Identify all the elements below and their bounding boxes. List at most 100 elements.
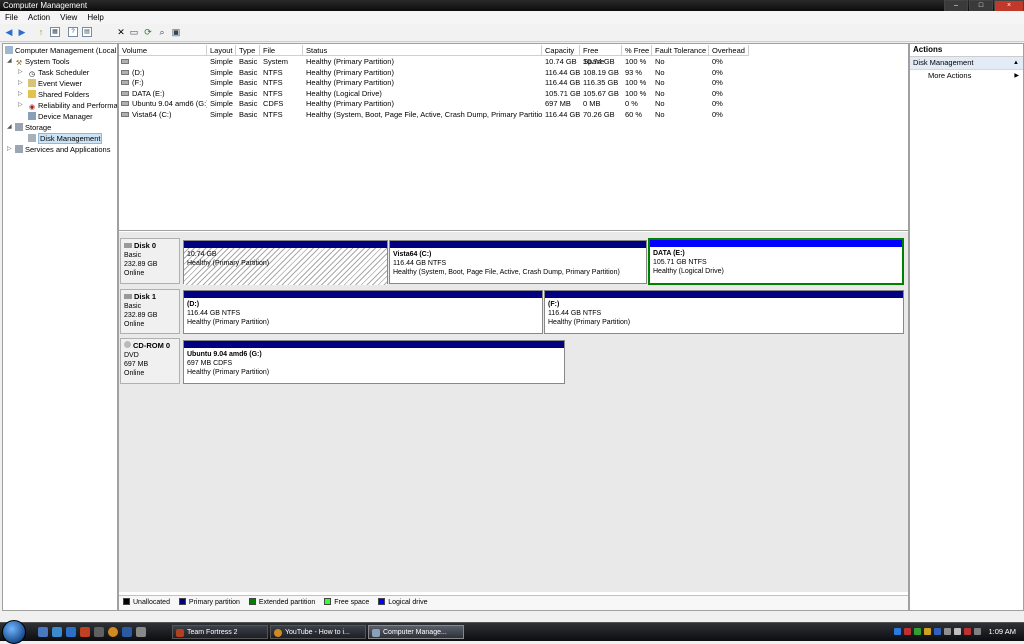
tree-item-reliability-performance[interactable]: ◉ Reliability and Performa [28, 100, 117, 111]
properties-icon[interactable]: ▤ [82, 27, 92, 37]
refresh-icon[interactable]: ⟳ [143, 27, 153, 37]
taskbar-item-team-fortress[interactable]: Team Fortress 2 [172, 625, 268, 639]
tree-item-event-viewer[interactable]: Event Viewer [28, 78, 82, 89]
menu-help[interactable]: Help [82, 11, 108, 24]
forward-icon[interactable]: ▶ [17, 27, 27, 37]
media-player-icon[interactable] [122, 627, 132, 637]
expand-arrow-icon[interactable]: ▷ [18, 89, 24, 100]
cell-free-space: 0 MB [583, 99, 601, 108]
expand-arrow-icon[interactable]: ▷ [18, 78, 24, 89]
table-row[interactable]: Vista64 (C:) Simple Basic NTFS Healthy (Syst… [119, 110, 908, 120]
security-icon[interactable] [904, 628, 911, 635]
expand-arrow-icon[interactable]: ▷ [18, 67, 24, 78]
tray-app-icon[interactable] [974, 628, 981, 635]
show-desktop-icon[interactable] [38, 627, 48, 637]
back-icon[interactable]: ◀ [4, 27, 14, 37]
legend-swatch [324, 598, 332, 605]
table-row[interactable]: Ubuntu 9.04 amd6 (G:) Simple Basic CDFS Heal… [119, 99, 908, 109]
more-actions-item[interactable]: More Actions ▶ [910, 70, 1023, 82]
column-header-type[interactable]: Type [236, 45, 260, 56]
ie-icon[interactable] [66, 627, 76, 637]
quicklaunch-app-icon[interactable] [80, 627, 90, 637]
tree-item-device-manager[interactable]: Device Manager [28, 111, 93, 122]
tree-item-storage[interactable]: Storage [15, 122, 51, 133]
tree-item-system-tools[interactable]: ⚒ System Tools [15, 56, 70, 67]
table-row[interactable]: DATA (E:) Simple Basic NTFS Healthy (Logical… [119, 89, 908, 99]
collapse-arrow-icon[interactable]: ◢ [7, 122, 13, 133]
tray-app-icon[interactable] [914, 628, 921, 635]
tree-item-task-scheduler[interactable]: ◷ Task Scheduler [28, 67, 89, 78]
volume-list: Volume Layout Type File System Status Ca… [119, 44, 908, 231]
partition-bar [184, 241, 387, 248]
tree-item-disk-management[interactable]: Disk Management [28, 133, 103, 144]
cell-capacity: 10.74 GB [545, 57, 577, 66]
actions-section-disk-management[interactable]: Disk Management ▲ [910, 57, 1023, 70]
quicklaunch-more-icon[interactable] [136, 627, 146, 637]
up-folder-icon[interactable]: ↑ [36, 27, 46, 37]
column-header-fault-tolerance[interactable]: Fault Tolerance [652, 45, 709, 56]
collapse-arrow-icon[interactable]: ◢ [7, 56, 13, 67]
column-header-free-space[interactable]: Free Space [580, 45, 622, 66]
start-button[interactable] [2, 620, 26, 644]
steam-icon[interactable] [94, 627, 104, 637]
menu-action[interactable]: Action [23, 11, 55, 24]
cdrom-0-name: CD-ROM 0 [133, 341, 171, 350]
table-row[interactable]: Simple Basic Healthy (Primary Partition) 10… [119, 57, 908, 67]
disk-1-label[interactable]: Disk 1 Basic 232.89 GB Online [120, 289, 180, 334]
help-icon[interactable]: ? [68, 27, 78, 37]
column-header-volume[interactable]: Volume [119, 45, 207, 56]
column-header-capacity[interactable]: Capacity [542, 45, 580, 56]
event-viewer-icon [28, 79, 36, 87]
column-header-layout[interactable]: Layout [207, 45, 236, 56]
collapse-up-icon[interactable]: ▲ [1013, 57, 1019, 69]
tree-item-services-applications[interactable]: Services and Applications [15, 144, 110, 155]
taskbar-item-computer-management[interactable]: Computer Manage... [368, 625, 464, 639]
tray-app-icon[interactable] [964, 628, 971, 635]
table-row[interactable]: (F:) Simple Basic NTFS Healthy (Primary Part… [119, 78, 908, 88]
taskbar-item-youtube[interactable]: YouTube - How to i... [270, 625, 366, 639]
disk-0-partition-data[interactable]: DATA (E:) 105.71 GB NTFS Healthy (Logical … [648, 238, 904, 285]
search-icon[interactable]: ⌕ [157, 27, 167, 37]
expand-arrow-icon[interactable]: ▷ [18, 100, 24, 111]
navigation-tree: Computer Management (Local ◢ ⚒ System Too… [2, 43, 118, 611]
column-header-percent-free[interactable]: % Free [622, 45, 652, 56]
open-icon[interactable]: ▭ [129, 27, 139, 37]
tree-item-shared-folders[interactable]: Shared Folders [28, 89, 89, 100]
switch-windows-icon[interactable] [52, 627, 62, 637]
cell-percent-free: 0 % [625, 99, 638, 108]
tray-app-icon[interactable] [944, 628, 951, 635]
export-icon[interactable]: ▣ [171, 27, 181, 37]
column-header-status[interactable]: Status [303, 45, 542, 56]
disk-1-partition-f[interactable]: (F:) 116.44 GB NTFS Healthy (Primary Parti… [544, 290, 904, 334]
center-pane: Volume Layout Type File System Status Ca… [118, 43, 909, 611]
cell-file-system: CDFS [263, 99, 284, 108]
cdrom-0-label[interactable]: CD-ROM 0 DVD 697 MB Online [120, 338, 180, 384]
show-hide-tree-icon[interactable]: ▦ [50, 27, 60, 37]
legend-logical: Logical drive [378, 596, 428, 610]
disk-0-label[interactable]: Disk 0 Basic 232.89 GB Online [120, 238, 180, 284]
cell-volume: Ubuntu 9.04 amd6 (G:) [132, 99, 207, 108]
cell-capacity: 697 MB [545, 99, 571, 108]
disk-0-partition-vista64[interactable]: Vista64 (C:) 116.44 GB NTFS Healthy (Syste… [389, 240, 647, 284]
volume-icon[interactable] [954, 628, 961, 635]
tray-app-icon[interactable] [934, 628, 941, 635]
legend-free-space: Free space [324, 596, 369, 610]
table-row[interactable]: (D:) Simple Basic NTFS Healthy (Primary Part… [119, 68, 908, 78]
cell-status: Healthy (Primary Partition) [306, 78, 394, 87]
menu-view[interactable]: View [55, 11, 82, 24]
tree-item-computer-management[interactable]: Computer Management (Local [5, 45, 116, 56]
disk-0-unallocated[interactable]: 10.74 GB Healthy (Primary Partition) [183, 240, 388, 285]
column-header-file-system[interactable]: File System [260, 45, 303, 66]
cdrom-0-partition-ubuntu[interactable]: Ubuntu 9.04 amd6 (G:) 697 MB CDFS Healthy … [183, 340, 565, 384]
network-icon[interactable] [894, 628, 901, 635]
tray-app-icon[interactable] [924, 628, 931, 635]
disk-1-partition-d[interactable]: (D:) 116.44 GB NTFS Healthy (Primary Parti… [183, 290, 543, 334]
clock[interactable]: 1:09 AM [988, 623, 1016, 641]
expand-arrow-icon[interactable]: ▷ [7, 144, 13, 155]
column-header-overhead[interactable]: Overhead [709, 45, 749, 56]
cell-fault-tolerance: No [655, 99, 665, 108]
delete-icon[interactable]: ✕ [116, 27, 126, 37]
firefox-icon[interactable] [108, 627, 118, 637]
menu-file[interactable]: File [0, 11, 23, 24]
partition-size: 10.74 GB [187, 251, 217, 258]
